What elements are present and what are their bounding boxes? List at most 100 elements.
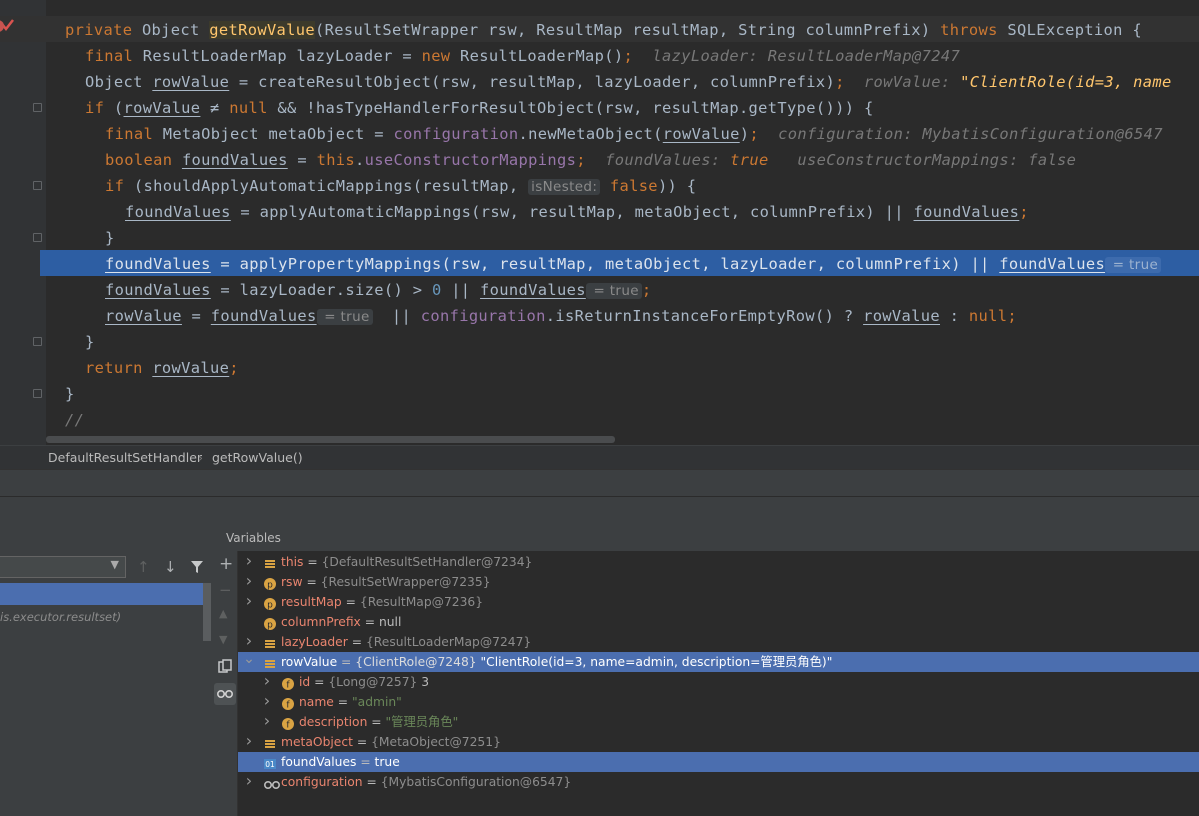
frames-panel: ▼ ↑ ↓ is.executor.resultset)	[0, 526, 213, 816]
code-token: ;	[229, 359, 239, 377]
parameter-icon: p	[264, 616, 276, 631]
variable-row[interactable]: › f id = {Long@7257} 3	[238, 671, 1199, 692]
code-line[interactable]: foundValues = applyAutomaticMappings(rsw…	[125, 199, 1199, 225]
code-line[interactable]: return rowValue;	[85, 355, 1199, 381]
variable-row[interactable]: › configuration = {MybatisConfiguration@6…	[238, 771, 1199, 792]
code-line[interactable]: final ResultLoaderMap lazyLoader = new R…	[85, 43, 1199, 69]
code-token: private	[65, 21, 142, 39]
code-token: = true	[316, 309, 373, 325]
variable-row[interactable]: › metaObject = {MetaObject@7251}	[238, 731, 1199, 752]
fold-marker-icon[interactable]	[33, 103, 42, 112]
chevron-down-icon[interactable]: ⌄	[243, 649, 255, 669]
code-token: useConstructorMappings: false	[768, 151, 1077, 169]
variable-entry: name = "admin"	[299, 692, 402, 712]
frame-row-selected[interactable]	[0, 583, 203, 605]
code-token: ;	[1019, 203, 1029, 221]
variable-row[interactable]: 01 foundValues = true	[238, 752, 1199, 772]
variable-name: rsw	[281, 575, 303, 589]
code-line[interactable]: if (rowValue ≠ null && !hasTypeHandlerFo…	[85, 95, 1199, 121]
field-icon	[264, 636, 276, 648]
code-token: null	[968, 307, 1008, 325]
code-line[interactable]: }	[105, 225, 1199, 251]
breadcrumb-class[interactable]: DefaultResultSetHandler	[48, 450, 202, 465]
frame-row[interactable]: is.executor.resultset)	[0, 606, 203, 628]
fold-marker-icon[interactable]	[33, 337, 42, 346]
variable-name: metaObject	[281, 735, 353, 749]
code-token: .isReturnInstanceForEmptyRow() ?	[545, 307, 864, 325]
code-token: ||	[372, 307, 421, 325]
variable-row[interactable]: › p resultMap = {ResultMap@7236}	[238, 591, 1199, 612]
chevron-right-icon[interactable]: ›	[243, 771, 255, 791]
variable-row[interactable]: › f description = "管理员角色"	[238, 711, 1199, 732]
code-line[interactable]: foundValues = applyPropertyMappings(rsw,…	[105, 251, 1199, 277]
chevron-right-icon[interactable]: ›	[243, 631, 255, 651]
breadcrumb-method[interactable]: getRowValue()	[212, 450, 303, 465]
variable-row[interactable]: › this = {DefaultResultSetHandler@7234}	[238, 551, 1199, 572]
variable-entry: columnPrefix = null	[281, 612, 401, 632]
variable-name: resultMap	[281, 595, 342, 609]
variables-tree[interactable]: › this = {DefaultResultSetHandler@7234} › p…	[238, 551, 1199, 816]
chevron-right-icon[interactable]: ›	[243, 571, 255, 591]
show-watches-toggle[interactable]	[214, 683, 236, 705]
frame-package-label: is.executor.resultset)	[0, 610, 122, 624]
svg-text:01: 01	[265, 760, 275, 769]
code-line[interactable]: final MetaObject metaObject = configurat…	[105, 121, 1199, 147]
code-token: = true	[585, 283, 642, 299]
code-line[interactable]: if (shouldApplyAutomaticMappings(resultM…	[105, 173, 1199, 199]
code-line[interactable]: Object rowValue = createResultObject(rsw…	[85, 69, 1199, 95]
boolean-icon: 01	[264, 756, 276, 769]
method-breakpoint-icon[interactable]	[0, 16, 14, 36]
parameter-icon: p	[264, 576, 276, 591]
filter-icon[interactable]	[190, 560, 204, 574]
fold-marker-icon[interactable]	[33, 233, 42, 242]
thread-dropdown[interactable]: ▼	[0, 556, 126, 578]
code-editor[interactable]: private Object getRowValue(ResultSetWrap…	[0, 0, 1199, 445]
variable-entry: metaObject = {MetaObject@7251}	[281, 732, 501, 752]
move-down-icon[interactable]: ▼	[219, 631, 227, 649]
copy-icon[interactable]	[218, 659, 232, 673]
code-line[interactable]: boolean foundValues = this.useConstructo…	[105, 147, 1199, 173]
code-token: if	[105, 177, 134, 195]
code-line[interactable]: }	[85, 329, 1199, 355]
code-line[interactable]: }	[65, 381, 1199, 407]
chevron-right-icon[interactable]: ›	[243, 731, 255, 751]
variable-name: foundValues	[281, 755, 357, 769]
code-line[interactable]: foundValues = lazyLoader.size() > 0 || f…	[105, 277, 1199, 303]
add-watch-icon[interactable]: +	[219, 555, 233, 573]
chevron-right-icon[interactable]: ›	[261, 711, 273, 731]
svg-text:p: p	[267, 601, 273, 611]
variable-value: "ClientRole(id=3, name=admin, descriptio…	[476, 655, 833, 669]
fold-marker-icon[interactable]	[33, 181, 42, 190]
code-line[interactable]: //	[65, 407, 1199, 433]
chevron-right-icon[interactable]: ›	[243, 551, 255, 571]
editor-gutter[interactable]	[0, 0, 46, 445]
chevron-right-icon[interactable]: ›	[261, 671, 273, 691]
fold-marker-icon[interactable]	[33, 389, 42, 398]
chevron-right-icon[interactable]: ›	[261, 691, 273, 711]
variable-row[interactable]: ⌄ rowValue = {ClientRole@7248} "ClientRol…	[238, 649, 1199, 672]
svg-text:p: p	[267, 621, 273, 631]
variable-equals: =	[352, 735, 372, 749]
code-token: ;	[576, 151, 586, 169]
variable-row[interactable]: › f name = "admin"	[238, 691, 1199, 712]
variable-name: columnPrefix	[281, 615, 361, 629]
arrow-down-icon[interactable]: ↓	[164, 558, 177, 576]
variable-row[interactable]: p columnPrefix = null	[238, 612, 1199, 632]
frames-scrollbar[interactable]	[203, 583, 211, 641]
variable-row[interactable]: › p rsw = {ResultSetWrapper@7235}	[238, 571, 1199, 592]
variable-row[interactable]: › lazyLoader = {ResultLoaderMap@7247}	[238, 631, 1199, 652]
variable-value: null	[378, 615, 402, 629]
arrow-up-icon[interactable]: ↑	[137, 558, 150, 576]
field-f-icon: f	[282, 696, 294, 711]
variable-entry: foundValues = true	[281, 752, 400, 772]
chevron-right-icon[interactable]: ›	[243, 591, 255, 611]
code-line[interactable]: private Object getRowValue(ResultSetWrap…	[65, 17, 1199, 43]
code-line[interactable]: rowValue = foundValues = true || configu…	[105, 303, 1199, 329]
code-token: = applyAutomaticMappings(rsw, resultMap,…	[230, 203, 914, 221]
variable-equals: =	[356, 755, 375, 769]
horizontal-scrollbar[interactable]	[46, 436, 615, 443]
move-up-icon[interactable]: ▲	[219, 605, 227, 623]
code-token: foundValues	[105, 281, 211, 299]
remove-watch-icon[interactable]: −	[219, 581, 232, 599]
